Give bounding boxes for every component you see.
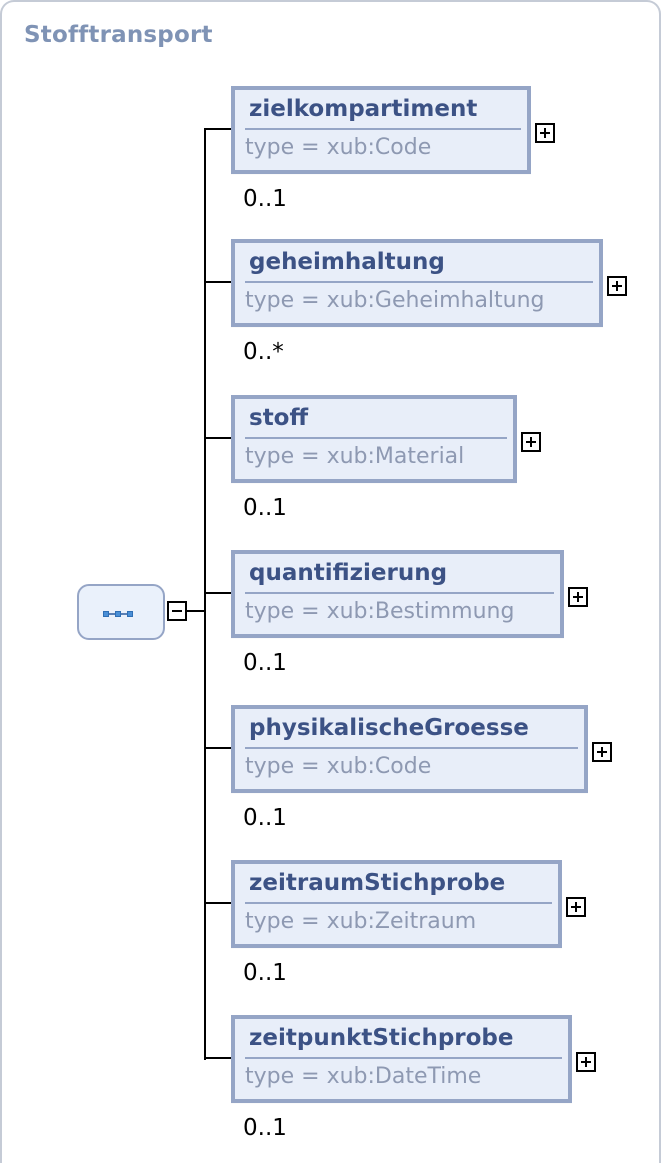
expand-plus-icon[interactable] (521, 432, 541, 452)
branch-connector (205, 437, 231, 439)
element-divider (245, 902, 552, 904)
element-box[interactable]: stoff type = xub:Material (231, 395, 517, 483)
branch-connector (205, 592, 231, 594)
expand-plus-icon[interactable] (568, 587, 588, 607)
element-name: zielkompartiment (249, 96, 478, 122)
cardinality-label: 0..* (243, 339, 284, 365)
element-box[interactable]: physikalischeGroesse type = xub:Code (231, 705, 588, 793)
branch-connector (205, 281, 231, 283)
expand-plus-icon[interactable] (592, 742, 612, 762)
element-name: geheimhaltung (249, 249, 445, 275)
cardinality-label: 0..1 (243, 805, 287, 831)
collapse-minus-icon[interactable] (167, 601, 187, 621)
element-name: zeitpunktStichprobe (249, 1025, 514, 1051)
element-name: stoff (249, 405, 309, 431)
expand-plus-icon[interactable] (607, 276, 627, 296)
element-divider (245, 128, 521, 130)
expand-plus-icon[interactable] (535, 123, 555, 143)
cardinality-label: 0..1 (243, 960, 287, 986)
element-type: type = xub:Code (245, 754, 432, 779)
element-name: quantifizierung (249, 560, 448, 586)
element-name: physikalischeGroesse (249, 715, 529, 741)
element-divider (245, 281, 593, 283)
diagram-title: Stofftransport (24, 22, 213, 48)
element-type: type = xub:Geheimhaltung (245, 288, 545, 313)
element-divider (245, 592, 554, 594)
element-type: type = xub:Zeitraum (245, 909, 477, 934)
element-box[interactable]: quantifizierung type = xub:Bestimmung (231, 550, 564, 638)
branch-connector (205, 1057, 231, 1059)
element-box[interactable]: geheimhaltung type = xub:Geheimhaltung (231, 239, 603, 327)
element-divider (245, 747, 578, 749)
expand-plus-icon[interactable] (576, 1052, 596, 1072)
element-box[interactable]: zeitraumStichprobe type = xub:Zeitraum (231, 860, 562, 948)
compositor-connector (187, 610, 205, 612)
branch-connector (205, 128, 231, 130)
cardinality-label: 0..1 (243, 650, 287, 676)
element-type: type = xub:DateTime (245, 1064, 482, 1089)
cardinality-label: 0..1 (243, 1115, 287, 1141)
element-type: type = xub:Bestimmung (245, 599, 515, 624)
element-divider (245, 1057, 562, 1059)
cardinality-label: 0..1 (243, 495, 287, 521)
element-name: zeitraumStichprobe (249, 870, 506, 896)
sequence-compositor[interactable] (77, 584, 165, 640)
element-box[interactable]: zeitpunktStichprobe type = xub:DateTime (231, 1015, 572, 1103)
element-divider (245, 437, 507, 439)
branch-connector (205, 902, 231, 904)
expand-plus-icon[interactable] (566, 897, 586, 917)
element-box[interactable]: zielkompartiment type = xub:Code (231, 86, 531, 174)
element-type: type = xub:Material (245, 444, 465, 469)
element-type: type = xub:Code (245, 135, 432, 160)
vertical-bus-line (204, 128, 206, 1060)
cardinality-label: 0..1 (243, 186, 287, 212)
branch-connector (205, 747, 231, 749)
